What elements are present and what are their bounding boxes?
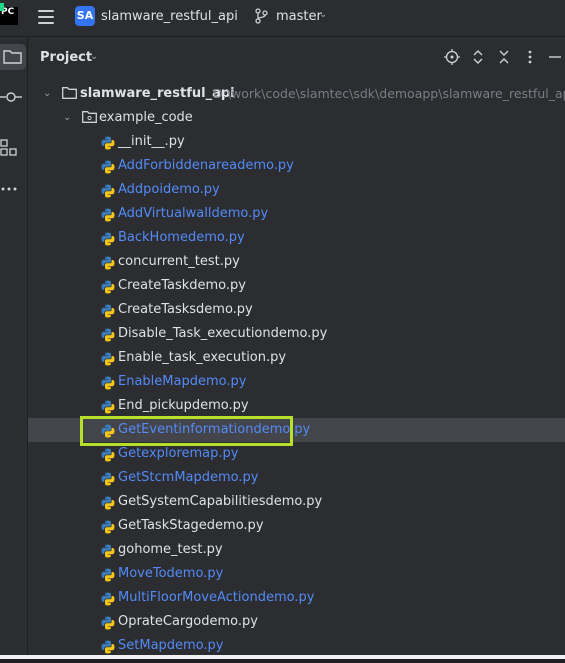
tree-file-row[interactable]: Enable_task_execution.py — [28, 346, 565, 370]
python-file-icon — [101, 351, 115, 366]
file-name: Enable_task_execution.py — [118, 350, 287, 365]
project-panel: Project ⌄ ⌄ slamware_restful_api D:\work… — [28, 37, 565, 659]
python-file-icon — [101, 471, 115, 486]
file-name: GetSystemCapabilitiesdemo.py — [118, 494, 323, 509]
python-file-icon — [101, 543, 115, 558]
project-badge[interactable]: SA — [75, 6, 95, 26]
highlight-annotation — [80, 416, 293, 446]
tool-window-strip — [0, 37, 28, 659]
app-logo-text: PC — [1, 7, 15, 17]
tree-file-row[interactable]: concurrent_test.py — [28, 250, 565, 274]
python-file-icon — [101, 567, 115, 582]
panel-header: Project ⌄ — [28, 37, 565, 77]
python-file-icon — [101, 447, 115, 462]
tree-file-row[interactable]: End_pickupdemo.py — [28, 394, 565, 418]
project-name[interactable]: slamware_restful_api — [101, 9, 238, 24]
file-name: concurrent_test.py — [118, 254, 240, 269]
commit-icon — [0, 92, 22, 102]
panel-title[interactable]: Project — [40, 50, 92, 65]
structure-tool-button[interactable] — [0, 135, 26, 161]
file-name: __init__.py — [118, 134, 185, 149]
python-file-icon — [101, 303, 115, 318]
chevron-down-icon[interactable]: ⌄ — [319, 9, 327, 20]
bottom-edge — [0, 655, 565, 659]
tree-file-row[interactable]: Addpoidemo.py — [28, 178, 565, 202]
tree-file-row[interactable]: GetTaskStagedemo.py — [28, 514, 565, 538]
commit-tool-button[interactable] — [0, 84, 26, 110]
file-name: CreateTasksdemo.py — [118, 302, 253, 317]
tree-file-row[interactable]: EnableMapdemo.py — [28, 370, 565, 394]
tree-file-row[interactable]: GetStcmMapdemo.py — [28, 466, 565, 490]
tree-file-row[interactable]: Disable_Task_executiondemo.py — [28, 322, 565, 346]
chevron-down-icon[interactable]: ⌄ — [43, 82, 51, 106]
python-file-icon — [101, 519, 115, 534]
tree-file-row[interactable]: AddForbiddenareademo.py — [28, 154, 565, 178]
file-name: GetTaskStagedemo.py — [118, 518, 264, 533]
tree-file-row[interactable]: CreateTaskdemo.py — [28, 274, 565, 298]
root-path: D:\work\code\slamtec\sdk\demoapp\slamwar… — [213, 86, 565, 101]
python-file-icon — [101, 231, 115, 246]
file-name: End_pickupdemo.py — [118, 398, 249, 413]
branch-icon[interactable] — [254, 8, 268, 24]
folder-icon — [3, 50, 22, 64]
tree-file-row[interactable]: MultiFloorMoveActiondemo.py — [28, 586, 565, 610]
python-file-icon — [101, 375, 115, 390]
title-bar: PC SA slamware_restful_api ⌄ master ⌄ — [0, 0, 565, 37]
tree-file-row[interactable]: __init__.py — [28, 130, 565, 154]
root-name: slamware_restful_api — [80, 86, 235, 101]
tree-file-row[interactable]: MoveTodemo.py — [28, 562, 565, 586]
tree-root[interactable]: ⌄ slamware_restful_api D:\work\code\slam… — [28, 82, 565, 106]
folder-icon — [62, 87, 77, 99]
tree-file-row[interactable]: AddVirtualwalldemo.py — [28, 202, 565, 226]
package-folder-icon — [82, 111, 97, 123]
file-name: EnableMapdemo.py — [118, 374, 247, 389]
python-file-icon — [101, 279, 115, 294]
branch-name[interactable]: master — [276, 9, 322, 24]
file-name: OprateCargodemo.py — [118, 614, 258, 629]
python-file-icon — [101, 327, 115, 342]
locate-icon[interactable] — [444, 49, 460, 65]
python-file-icon — [101, 183, 115, 198]
hide-icon[interactable] — [547, 49, 563, 65]
more-tools-button[interactable] — [0, 176, 26, 202]
file-name: BackHomedemo.py — [118, 230, 245, 245]
tree-folder[interactable]: ⌄ example_code — [28, 106, 565, 130]
file-name: Addpoidemo.py — [118, 182, 220, 197]
file-name: CreateTaskdemo.py — [118, 278, 246, 293]
python-file-icon — [101, 159, 115, 174]
structure-icon — [0, 139, 17, 156]
main-menu-icon[interactable] — [38, 10, 54, 24]
python-file-icon — [101, 255, 115, 270]
tree-file-row[interactable]: OprateCargodemo.py — [28, 610, 565, 634]
options-icon[interactable] — [522, 49, 538, 65]
file-name: MultiFloorMoveActiondemo.py — [118, 590, 315, 605]
python-file-icon — [101, 207, 115, 222]
file-name: gohome_test.py — [118, 542, 223, 557]
file-name: Disable_Task_executiondemo.py — [118, 326, 328, 341]
file-name: MoveTodemo.py — [118, 566, 224, 581]
project-tool-button[interactable] — [0, 44, 26, 70]
chevron-down-icon[interactable]: ⌄ — [63, 106, 71, 130]
folder-name: example_code — [99, 110, 193, 125]
collapse-all-icon[interactable] — [496, 49, 512, 65]
chevron-down-icon[interactable]: ⌄ — [90, 51, 98, 62]
file-name: AddForbiddenareademo.py — [118, 158, 294, 173]
file-name: GetStcmMapdemo.py — [118, 470, 259, 485]
python-file-icon — [101, 495, 115, 510]
python-file-icon — [101, 615, 115, 630]
python-file-icon — [101, 591, 115, 606]
tree-file-row[interactable]: CreateTasksdemo.py — [28, 298, 565, 322]
tree-file-row[interactable]: BackHomedemo.py — [28, 226, 565, 250]
tree-file-row[interactable]: GetSystemCapabilitiesdemo.py — [28, 490, 565, 514]
python-file-icon — [101, 639, 115, 654]
python-file-icon — [101, 399, 115, 414]
file-name: AddVirtualwalldemo.py — [118, 206, 269, 221]
python-file-icon — [101, 135, 115, 150]
more-icon — [1, 187, 17, 191]
chevron-down-icon[interactable]: ⌄ — [224, 9, 232, 20]
expand-all-icon[interactable] — [470, 49, 486, 65]
app-logo: PC — [0, 3, 18, 25]
tree-file-row[interactable]: gohome_test.py — [28, 538, 565, 562]
